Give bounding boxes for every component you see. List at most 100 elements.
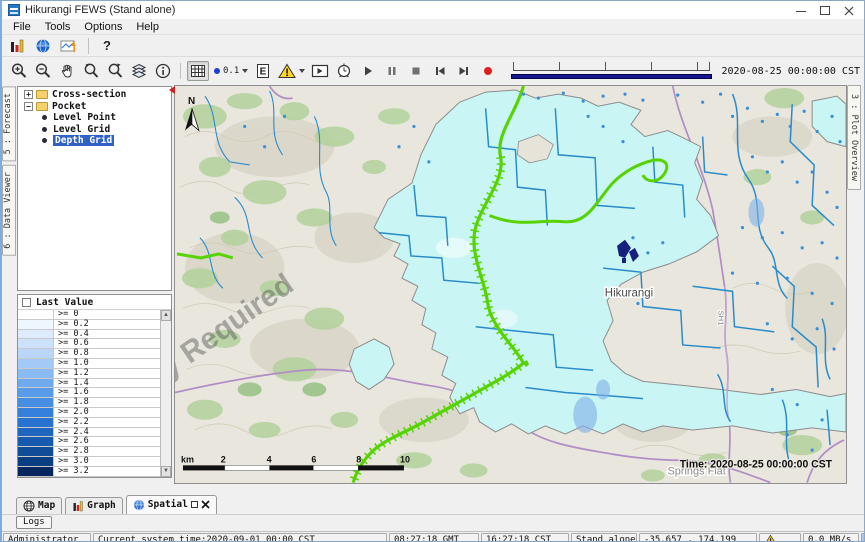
pan-button[interactable] bbox=[56, 61, 78, 81]
play-button[interactable] bbox=[357, 61, 379, 81]
status-gmt-time: 08:27:18 GMT bbox=[389, 533, 479, 542]
collapse-icon[interactable]: − bbox=[24, 102, 33, 111]
info-button[interactable] bbox=[152, 61, 174, 81]
legend-row[interactable]: >= 0.6 bbox=[18, 339, 160, 349]
stop-button[interactable] bbox=[405, 61, 427, 81]
legend-row[interactable]: >= 2.8 bbox=[18, 447, 160, 457]
thresholds-dropdown[interactable] bbox=[276, 61, 307, 81]
legend-row[interactable]: >= 2.2 bbox=[18, 418, 160, 428]
status-warning-cell[interactable] bbox=[759, 533, 801, 542]
legend-row[interactable]: >= 0.4 bbox=[18, 330, 160, 340]
chevron-down-icon bbox=[242, 69, 248, 73]
chevron-down-icon bbox=[299, 69, 305, 73]
legend-row[interactable]: >= 0 bbox=[18, 310, 160, 320]
time-slider-range-bar[interactable] bbox=[511, 74, 711, 79]
pause-icon bbox=[385, 64, 399, 78]
legend-row[interactable]: >= 3.0 bbox=[18, 457, 160, 467]
grid-toggle-button[interactable] bbox=[187, 61, 209, 81]
tree-item-pocket[interactable]: −Pocket bbox=[18, 101, 171, 113]
record-button[interactable] bbox=[477, 61, 499, 81]
tree-item-depth-grid[interactable]: Depth Grid bbox=[18, 135, 171, 147]
tab-forecast[interactable]: 5 : Forecast bbox=[2, 86, 16, 161]
legend-color-swatch bbox=[18, 408, 54, 417]
legend-row-label: >= 2.8 bbox=[54, 447, 160, 456]
maximize-panel-icon[interactable] bbox=[191, 501, 198, 508]
legend-row[interactable]: >= 1.0 bbox=[18, 359, 160, 369]
menu-item-help[interactable]: Help bbox=[129, 21, 166, 33]
tab-plot-overview[interactable]: 3 : Plot Overview bbox=[847, 85, 861, 190]
legend-row[interactable]: >= 2.6 bbox=[18, 437, 160, 447]
zoom-in-button[interactable] bbox=[8, 61, 30, 81]
skip-back-icon bbox=[433, 64, 447, 78]
layers-button[interactable] bbox=[128, 61, 150, 81]
menu-item-file[interactable]: File bbox=[6, 21, 38, 33]
folder-icon bbox=[36, 102, 48, 111]
legend-row[interactable]: >= 1.2 bbox=[18, 369, 160, 379]
legend-row[interactable]: >= 1.8 bbox=[18, 398, 160, 408]
tree-item-cross-section[interactable]: +Cross-section bbox=[18, 89, 171, 101]
legend-row-label: >= 0.6 bbox=[54, 339, 160, 348]
toolbar-separator bbox=[88, 38, 89, 54]
legend-row[interactable]: >= 1.6 bbox=[18, 388, 160, 398]
menu-item-tools[interactable]: Tools bbox=[38, 21, 78, 33]
close-panel-icon[interactable] bbox=[201, 500, 210, 509]
database-display-button[interactable] bbox=[6, 36, 28, 56]
legend-color-swatch bbox=[18, 428, 54, 437]
pause-button[interactable] bbox=[381, 61, 403, 81]
zoom-next-button[interactable] bbox=[104, 61, 126, 81]
menu-item-options[interactable]: Options bbox=[77, 21, 129, 33]
tab-map[interactable]: Map bbox=[16, 497, 62, 514]
scroll-down-icon[interactable]: ▼ bbox=[161, 466, 171, 477]
dock-tab-bar: Map Graph Spatial bbox=[2, 493, 864, 514]
info-icon bbox=[154, 62, 172, 80]
help-button[interactable]: ? bbox=[97, 38, 117, 53]
legend-panel: Last Value >= 0>= 0.2>= 0.4>= 0.6>= 0.8>… bbox=[17, 294, 172, 478]
timeseries-display-button[interactable] bbox=[58, 36, 80, 56]
legend-row[interactable]: >= 2.4 bbox=[18, 428, 160, 438]
scroll-up-icon[interactable]: ▲ bbox=[161, 310, 171, 321]
menu-bar: FileToolsOptionsHelp bbox=[2, 19, 864, 35]
town-label: Hikurangi bbox=[605, 287, 653, 299]
close-icon[interactable] bbox=[844, 5, 854, 15]
logs-button[interactable]: Logs bbox=[16, 516, 52, 529]
zoom-out-button[interactable] bbox=[32, 61, 54, 81]
legend-row-label: >= 1.6 bbox=[54, 388, 160, 397]
marker-size-dropdown[interactable]: 0.1 bbox=[211, 61, 250, 81]
legend-row[interactable]: >= 3.2 bbox=[18, 467, 160, 477]
legend-color-swatch bbox=[18, 437, 54, 446]
legend-row-label: >= 2.4 bbox=[54, 428, 160, 437]
tab-graph[interactable]: Graph bbox=[65, 497, 123, 514]
animation-button[interactable] bbox=[309, 61, 331, 81]
legend-header: Last Value bbox=[18, 295, 171, 310]
legend-row-label: >= 0.4 bbox=[54, 330, 160, 339]
legend-row-label: >= 0.8 bbox=[54, 349, 160, 358]
tree-item-level-grid[interactable]: Level Grid bbox=[18, 124, 171, 136]
tree-item-level-point[interactable]: Level Point bbox=[18, 112, 171, 124]
map-display-button[interactable] bbox=[32, 36, 54, 56]
legend-row-label: >= 1.8 bbox=[54, 398, 160, 407]
legend-row[interactable]: >= 2.0 bbox=[18, 408, 160, 418]
legend-row[interactable]: >= 1.4 bbox=[18, 379, 160, 389]
legend-row[interactable]: >= 0.2 bbox=[18, 320, 160, 330]
panel-collapse-arrow[interactable] bbox=[169, 86, 175, 94]
last-value-checkbox[interactable] bbox=[22, 298, 31, 307]
minimize-icon[interactable] bbox=[796, 5, 806, 15]
expand-icon[interactable]: + bbox=[24, 90, 33, 99]
legend-row-label: >= 1.2 bbox=[54, 369, 160, 378]
globe-icon bbox=[133, 499, 145, 511]
label-toggle-button[interactable]: E bbox=[252, 61, 274, 81]
legend-scrollbar[interactable]: ▲ ▼ bbox=[160, 310, 171, 477]
window-title: Hikurangi FEWS (Stand alone) bbox=[25, 4, 175, 16]
map-view[interactable]: API Key Required AP bbox=[174, 85, 847, 484]
maximize-icon[interactable] bbox=[820, 5, 830, 15]
zoom-previous-button[interactable] bbox=[80, 61, 102, 81]
tab-spatial[interactable]: Spatial bbox=[126, 495, 217, 514]
bars-icon bbox=[9, 38, 25, 54]
timer-button[interactable] bbox=[333, 61, 355, 81]
legend-color-swatch bbox=[18, 310, 54, 319]
time-slider[interactable] bbox=[511, 61, 711, 81]
legend-row[interactable]: >= 0.8 bbox=[18, 349, 160, 359]
first-frame-button[interactable] bbox=[429, 61, 451, 81]
last-frame-button[interactable] bbox=[453, 61, 475, 81]
tab-data-viewer[interactable]: 6 : Data Viewer bbox=[2, 165, 16, 256]
